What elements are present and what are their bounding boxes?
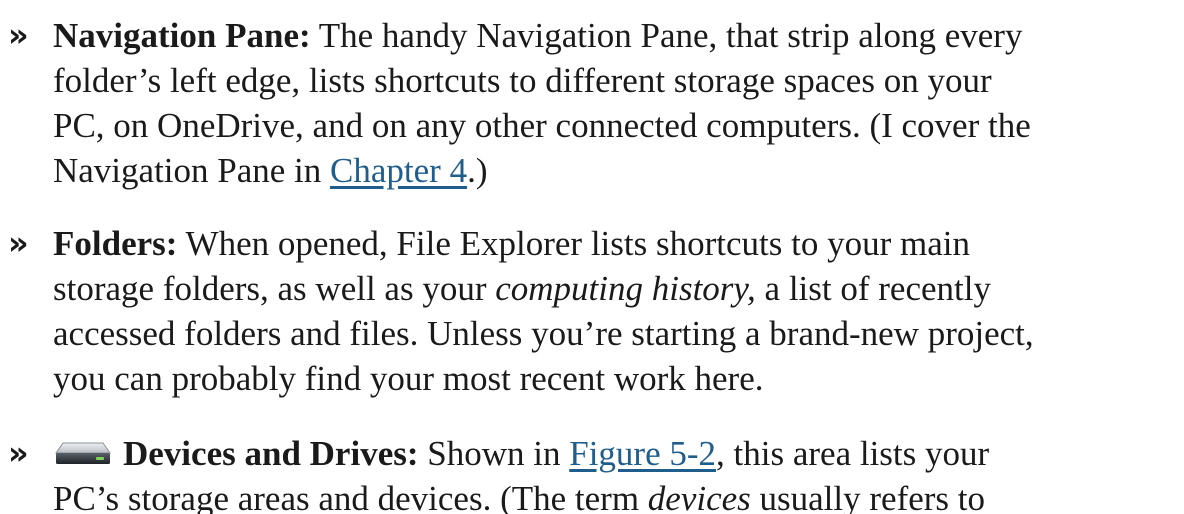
emphasis-text: computing history, — [495, 269, 756, 308]
list-item-text: Navigation Pane: The handy Navigation Pa… — [53, 13, 1178, 193]
body-text: Navigation Pane in — [53, 151, 331, 190]
text-line: Navigation Pane: The handy Navigation Pa… — [53, 13, 1178, 58]
body-text: usually refers to — [750, 479, 986, 514]
body-text: a list of recently — [755, 269, 991, 308]
list-item-navigation-pane: » Navigation Pane: The handy Navigation … — [8, 13, 1184, 193]
term-heading: Navigation Pane: — [53, 16, 311, 55]
text-line: PC’s storage areas and devices. (The ter… — [53, 476, 1178, 514]
text-line: storage folders, as well as your computi… — [53, 266, 1178, 311]
body-text: PC’s storage areas and devices. (The ter… — [53, 479, 648, 514]
figure-5-2-link[interactable]: Figure 5-2 — [569, 434, 716, 473]
text-line: accessed folders and files. Unless you’r… — [53, 314, 1034, 353]
text-line: PC, on OneDrive, and on any other connec… — [53, 106, 1031, 145]
bullet-icon: » — [8, 224, 29, 262]
bullet-icon: » — [8, 434, 29, 472]
text-line: Devices and Drives: Shown in Figure 5-2,… — [53, 431, 1178, 476]
term-heading: Devices and Drives: — [123, 434, 419, 473]
drive-icon — [53, 433, 111, 464]
body-text: When opened, File Explorer lists shortcu… — [177, 224, 970, 263]
text-line: Folders: When opened, File Explorer list… — [53, 221, 1178, 266]
list-item-text: Devices and Drives: Shown in Figure 5-2,… — [53, 431, 1178, 514]
list-item-folders: » Folders: When opened, File Explorer li… — [8, 221, 1184, 401]
body-text: .) — [467, 151, 488, 190]
text-line: folder’s left edge, lists shortcuts to d… — [53, 61, 992, 100]
body-text: The handy Navigation Pane, that strip al… — [310, 16, 1023, 55]
chapter-4-link[interactable]: Chapter 4 — [330, 151, 467, 190]
document-page: » Navigation Pane: The handy Navigation … — [0, 0, 1184, 514]
list-item-devices-and-drives: » Devices and Drives: Shown in Figure 5-… — [8, 431, 1184, 514]
list-item-text: Folders: When opened, File Explorer list… — [53, 221, 1178, 401]
body-text: storage folders, as well as your — [53, 269, 496, 308]
body-text: Shown in — [418, 434, 570, 473]
term-heading: Folders: — [53, 224, 178, 263]
body-text: , this area lists your — [716, 434, 990, 473]
text-line: Navigation Pane in Chapter 4.) — [53, 148, 1178, 193]
bullet-icon: » — [8, 16, 29, 54]
text-line: you can probably find your most recent w… — [53, 359, 764, 398]
emphasis-text: devices — [647, 479, 751, 514]
